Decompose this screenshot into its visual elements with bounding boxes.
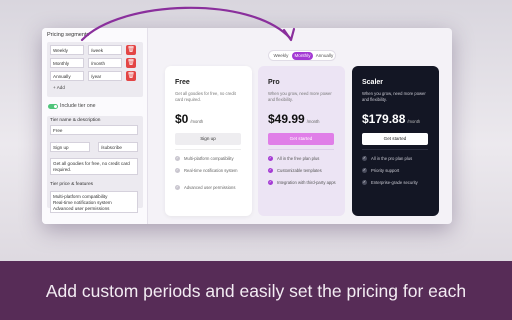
plan-price: $0/month bbox=[175, 112, 203, 126]
trash-icon: 🗑 bbox=[127, 47, 135, 53]
button-text-input[interactable]: Sign up bbox=[50, 142, 90, 152]
pricing-editor-panel: Pricing segments Weekly /week 🗑 Monthly … bbox=[42, 28, 148, 224]
divider bbox=[362, 149, 428, 150]
segment-name-input[interactable]: Annually bbox=[50, 71, 84, 81]
check-icon: ✓ bbox=[175, 156, 180, 161]
price-period: /month bbox=[190, 119, 204, 124]
segment-row: Monthly /month 🗑 bbox=[50, 58, 140, 68]
signup-button[interactable]: Sign up bbox=[175, 133, 241, 145]
check-icon: ✓ bbox=[362, 156, 367, 161]
price-period: /month bbox=[407, 119, 421, 124]
tier-description-input[interactable]: Get all goodies for free, no credit card… bbox=[50, 158, 138, 175]
features-textarea[interactable]: Multi-platform compatibility Real-time n… bbox=[50, 191, 138, 213]
tier-section: Tier name & description Free Sign up /su… bbox=[47, 116, 143, 213]
divider bbox=[268, 149, 334, 150]
period-annually[interactable]: Annually bbox=[314, 52, 335, 60]
plan-name: Pro bbox=[268, 79, 280, 86]
trash-icon: 🗑 bbox=[127, 60, 135, 66]
plan-description: Get all goodies for free, no credit card… bbox=[175, 91, 236, 102]
plan-description: When you grow, need more power and flexi… bbox=[362, 91, 426, 102]
period-monthly[interactable]: Monthly bbox=[292, 52, 313, 60]
plan-name: Scaler bbox=[362, 79, 384, 86]
plan-price: $49.99/month bbox=[268, 112, 320, 126]
period-switch: Weekly Monthly Annually bbox=[268, 50, 336, 61]
check-icon: ✓ bbox=[268, 180, 273, 185]
price-value: $179.88 bbox=[362, 112, 406, 126]
plan-description: When you grow, need more power and flexi… bbox=[268, 91, 332, 102]
check-icon: ✓ bbox=[268, 168, 273, 173]
delete-segment-button[interactable]: 🗑 bbox=[126, 71, 136, 81]
check-icon: ✓ bbox=[362, 168, 367, 173]
divider bbox=[175, 149, 241, 150]
get-started-button[interactable]: Get started bbox=[268, 133, 334, 145]
button-link-input[interactable]: /subscribe bbox=[98, 142, 138, 152]
segment-name-input[interactable]: Weekly bbox=[50, 45, 84, 55]
period-weekly[interactable]: Weekly bbox=[271, 52, 291, 60]
plan-card-pro: Pro When you grow, need more power and f… bbox=[258, 66, 345, 216]
plan-card-scaler: Scaler When you grow, need more power an… bbox=[352, 66, 439, 216]
get-started-button[interactable]: Get started bbox=[362, 133, 428, 145]
delete-segment-button[interactable]: 🗑 bbox=[126, 58, 136, 68]
check-icon: ✓ bbox=[268, 156, 273, 161]
price-section-label: Tier price & features bbox=[50, 182, 94, 187]
plan-card-free: Free Get all goodies for free, no credit… bbox=[165, 66, 252, 216]
segment-suffix-input[interactable]: /year bbox=[88, 71, 122, 81]
price-value: $0 bbox=[175, 112, 189, 126]
segment-row: Weekly /week 🗑 bbox=[50, 45, 140, 55]
segments-box: Weekly /week 🗑 Monthly /month 🗑 Annually… bbox=[47, 42, 143, 97]
include-tier-toggle[interactable] bbox=[48, 104, 58, 109]
plan-name: Free bbox=[175, 79, 190, 86]
segment-name-input[interactable]: Monthly bbox=[50, 58, 84, 68]
check-icon: ✓ bbox=[362, 180, 367, 185]
check-icon: ✓ bbox=[175, 185, 180, 190]
check-icon: ✓ bbox=[175, 168, 180, 173]
plan-price: $179.88/month bbox=[362, 112, 420, 126]
trash-icon: 🗑 bbox=[127, 73, 135, 79]
price-value: $49.99 bbox=[268, 112, 305, 126]
caption-banner: Add custom periods and easily set the pr… bbox=[0, 261, 512, 320]
feature-line: Advanced user permissions bbox=[53, 206, 110, 211]
segment-suffix-input[interactable]: /month bbox=[88, 58, 122, 68]
include-tier-label: Include tier one bbox=[60, 103, 96, 109]
caption-text: Add custom periods and easily set the pr… bbox=[45, 281, 467, 301]
add-segment-button[interactable]: + Add bbox=[53, 85, 65, 90]
segment-suffix-input[interactable]: /week bbox=[88, 45, 122, 55]
app-window: Pricing segments Weekly /week 🗑 Monthly … bbox=[42, 28, 452, 224]
tier-name-input[interactable]: Free bbox=[50, 125, 138, 135]
delete-segment-button[interactable]: 🗑 bbox=[126, 45, 136, 55]
tier-section-label: Tier name & description bbox=[50, 118, 101, 123]
price-period: /month bbox=[306, 119, 320, 124]
segment-row: Annually /year 🗑 bbox=[50, 71, 140, 81]
panel-title: Pricing segments bbox=[47, 32, 90, 38]
